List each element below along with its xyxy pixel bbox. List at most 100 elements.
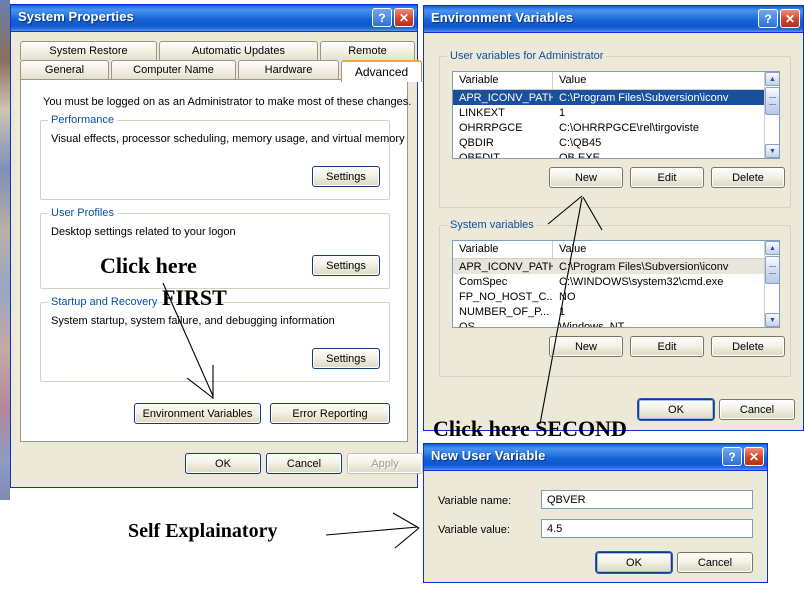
- annotation-click-here-second: Click here SECOND: [433, 416, 627, 441]
- scroll-down-icon[interactable]: ▼: [765, 313, 779, 327]
- system-edit-button[interactable]: Edit: [630, 336, 704, 357]
- system-new-button[interactable]: New: [549, 336, 623, 357]
- tab-general[interactable]: General: [20, 60, 109, 79]
- system-variables-scrollbar[interactable]: ▲ ▼: [764, 241, 779, 327]
- table-row[interactable]: FP_NO_HOST_C... NO: [453, 289, 779, 304]
- startup-recovery-group-label: Startup and Recovery: [48, 296, 161, 308]
- user-new-button[interactable]: New: [549, 167, 623, 188]
- user-profiles-group: User Profiles Desktop settings related t…: [40, 207, 390, 289]
- help-icon[interactable]: ?: [372, 8, 392, 27]
- advanced-tab-panel: You must be logged on as an Administrato…: [20, 79, 411, 442]
- scrollbar-grip-icon: [769, 97, 776, 105]
- cell-variable: ComSpec: [459, 275, 508, 288]
- tab-computer-name[interactable]: Computer Name: [111, 60, 236, 79]
- cell-value: C:\Program Files\Subversion\iconv: [559, 260, 729, 273]
- cell-value: NO: [559, 290, 576, 303]
- tab-remote[interactable]: Remote: [320, 41, 415, 60]
- cell-variable: QBEDIT: [459, 151, 500, 159]
- new-user-variable-titlebar: New User Variable ? ✕: [424, 444, 767, 471]
- environment-variables-button[interactable]: Environment Variables: [134, 403, 261, 424]
- tab-system-restore[interactable]: System Restore: [20, 41, 157, 60]
- scrollbar-grip-icon: [769, 266, 776, 274]
- environment-variables-titlebar: Environment Variables ? ✕: [424, 6, 803, 33]
- tab-automatic-updates[interactable]: Automatic Updates: [159, 41, 318, 60]
- help-icon[interactable]: ?: [758, 9, 778, 28]
- cell-variable: NUMBER_OF_P...: [459, 305, 550, 318]
- table-row[interactable]: NUMBER_OF_P... 1: [453, 304, 779, 319]
- system-delete-button[interactable]: Delete: [711, 336, 785, 357]
- performance-group: Performance Visual effects, processor sc…: [40, 114, 405, 200]
- cell-variable: APR_ICONV_PATH: [459, 260, 553, 273]
- cell-variable: LINKEXT: [459, 106, 505, 119]
- new-user-variable-window: New User Variable ? ✕ Variable name: QBV…: [423, 443, 768, 583]
- cell-value: 1: [559, 106, 566, 119]
- desktop-background-lower: [0, 500, 10, 590]
- scroll-up-icon[interactable]: ▲: [765, 72, 779, 86]
- system-variables-list[interactable]: Variable Value APR_ICONV_PATH C:\Program…: [452, 240, 780, 328]
- performance-group-label: Performance: [48, 114, 117, 126]
- column-header-variable[interactable]: Variable: [453, 72, 553, 89]
- scroll-up-icon[interactable]: ▲: [765, 241, 779, 255]
- user-edit-button[interactable]: Edit: [630, 167, 704, 188]
- column-header-value[interactable]: Value: [553, 72, 764, 89]
- scrollbar-thumb[interactable]: [765, 256, 779, 284]
- tab-advanced[interactable]: Advanced: [341, 60, 422, 82]
- close-icon[interactable]: ✕: [744, 447, 764, 466]
- system-variables-group: System variables Variable Value APR_ICON…: [439, 219, 791, 377]
- user-variables-header: Variable Value: [453, 72, 779, 90]
- new-user-variable-ok-button[interactable]: OK: [596, 552, 672, 573]
- new-user-variable-cancel-button[interactable]: Cancel: [677, 552, 753, 573]
- system-properties-window: System Properties ? ✕ System Restore Aut…: [10, 4, 423, 488]
- user-variables-group-label: User variables for Administrator: [447, 50, 607, 62]
- cell-value: 1: [559, 305, 566, 318]
- table-row[interactable]: APR_ICONV_PATH C:\Program Files\Subversi…: [453, 259, 779, 274]
- user-profiles-settings-button[interactable]: Settings: [312, 255, 380, 276]
- tab-row-upper: System Restore Automatic Updates Remote: [20, 41, 415, 60]
- system-properties-apply-button: Apply: [347, 453, 423, 474]
- environment-variables-ok-button[interactable]: OK: [638, 399, 714, 420]
- variable-name-input[interactable]: QBVER: [541, 490, 753, 509]
- user-variables-list[interactable]: Variable Value APR_ICONV_PATH C:\Program…: [452, 71, 780, 159]
- cell-variable: FP_NO_HOST_C...: [459, 290, 553, 303]
- system-properties-titlebar-buttons: ? ✕: [372, 8, 414, 27]
- performance-settings-button[interactable]: Settings: [312, 166, 380, 187]
- scroll-down-icon[interactable]: ▼: [765, 144, 779, 158]
- column-header-value[interactable]: Value: [553, 241, 764, 258]
- user-profiles-description: Desktop settings related to your logon: [51, 226, 236, 238]
- cell-value: C:\WINDOWS\system32\cmd.exe: [559, 275, 724, 288]
- column-header-variable[interactable]: Variable: [453, 241, 553, 258]
- table-row[interactable]: ComSpec C:\WINDOWS\system32\cmd.exe: [453, 274, 779, 289]
- table-row[interactable]: QBEDIT QB.EXE: [453, 150, 779, 159]
- table-row[interactable]: APR_ICONV_PATH C:\Program Files\Subversi…: [453, 90, 779, 105]
- startup-recovery-settings-button[interactable]: Settings: [312, 348, 380, 369]
- scrollbar-thumb[interactable]: [765, 87, 779, 115]
- environment-variables-title: Environment Variables: [431, 10, 574, 25]
- close-icon[interactable]: ✕: [394, 8, 414, 27]
- cell-variable: OHRRPGCE: [459, 121, 523, 134]
- annotation-click-here-first-line1: Click here: [100, 253, 197, 278]
- environment-variables-cancel-button[interactable]: Cancel: [719, 399, 795, 420]
- cell-variable: QBDIR: [459, 136, 494, 149]
- error-reporting-button[interactable]: Error Reporting: [270, 403, 390, 424]
- table-row[interactable]: LINKEXT 1: [453, 105, 779, 120]
- variable-name-label: Variable name:: [438, 495, 512, 507]
- user-variables-scrollbar[interactable]: ▲ ▼: [764, 72, 779, 158]
- table-row[interactable]: OS Windows_NT: [453, 319, 779, 328]
- user-delete-button[interactable]: Delete: [711, 167, 785, 188]
- cell-variable: APR_ICONV_PATH: [459, 91, 553, 104]
- new-user-variable-titlebar-buttons: ? ✕: [722, 447, 764, 466]
- environment-variables-window: Environment Variables ? ✕ User variables…: [423, 5, 804, 431]
- system-properties-ok-button[interactable]: OK: [185, 453, 261, 474]
- system-variables-header: Variable Value: [453, 241, 779, 259]
- close-icon[interactable]: ✕: [780, 9, 800, 28]
- tab-hardware[interactable]: Hardware: [238, 60, 339, 79]
- table-row[interactable]: OHRRPGCE C:\OHRRPGCE\rel\tirgoviste: [453, 120, 779, 135]
- system-properties-cancel-button[interactable]: Cancel: [266, 453, 342, 474]
- new-user-variable-title: New User Variable: [431, 448, 546, 463]
- cell-value: C:\Program Files\Subversion\iconv: [559, 91, 729, 104]
- table-row[interactable]: QBDIR C:\QB45: [453, 135, 779, 150]
- variable-value-input[interactable]: 4.5: [541, 519, 753, 538]
- help-icon[interactable]: ?: [722, 447, 742, 466]
- cell-variable: OS: [459, 320, 475, 328]
- cell-value: QB.EXE: [559, 151, 600, 159]
